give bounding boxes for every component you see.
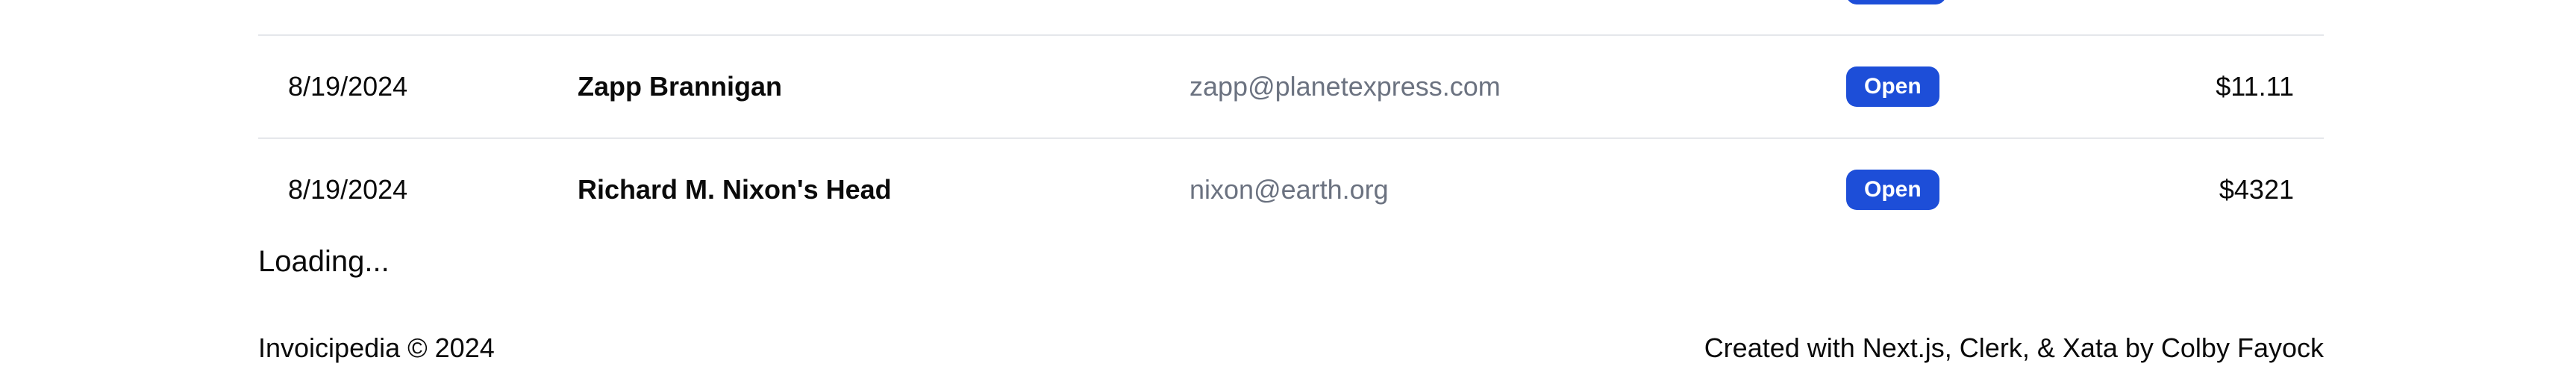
invoice-date: 8/19/2024 xyxy=(288,174,408,205)
status-badge: Open xyxy=(1846,66,1939,107)
customer-email: nixon@earth.org xyxy=(1189,174,1389,205)
invoices-table: 8/19/2024 Zapp Brannigan zapp@planetexpr… xyxy=(258,0,2324,241)
invoice-amount: $4321 xyxy=(2219,174,2294,205)
page: 8/19/2024 Zapp Brannigan zapp@planetexpr… xyxy=(0,0,2576,390)
customer-name: Zapp Brannigan xyxy=(578,71,783,102)
table-row[interactable]: 8/19/2024 Zapp Brannigan zapp@planetexpr… xyxy=(258,36,2324,139)
loading-indicator: Loading... xyxy=(258,245,390,278)
footer-credits: Created with Next.js, Clerk, & Xata by C… xyxy=(1704,332,2324,363)
status-badge: Open xyxy=(1846,170,1939,210)
invoice-date: 8/19/2024 xyxy=(288,71,408,102)
table-row-partial[interactable] xyxy=(258,0,2324,36)
customer-email: zapp@planetexpress.com xyxy=(1189,71,1501,102)
table-row[interactable]: 8/19/2024 Richard M. Nixon's Head nixon@… xyxy=(258,139,2324,241)
status-badge-partial xyxy=(1846,0,1946,4)
invoice-amount: $11.11 xyxy=(2216,71,2294,102)
customer-name: Richard M. Nixon's Head xyxy=(578,174,892,205)
footer-copyright: Invoicipedia © 2024 xyxy=(258,332,495,363)
footer: Invoicipedia © 2024 Created with Next.js… xyxy=(258,330,2324,366)
